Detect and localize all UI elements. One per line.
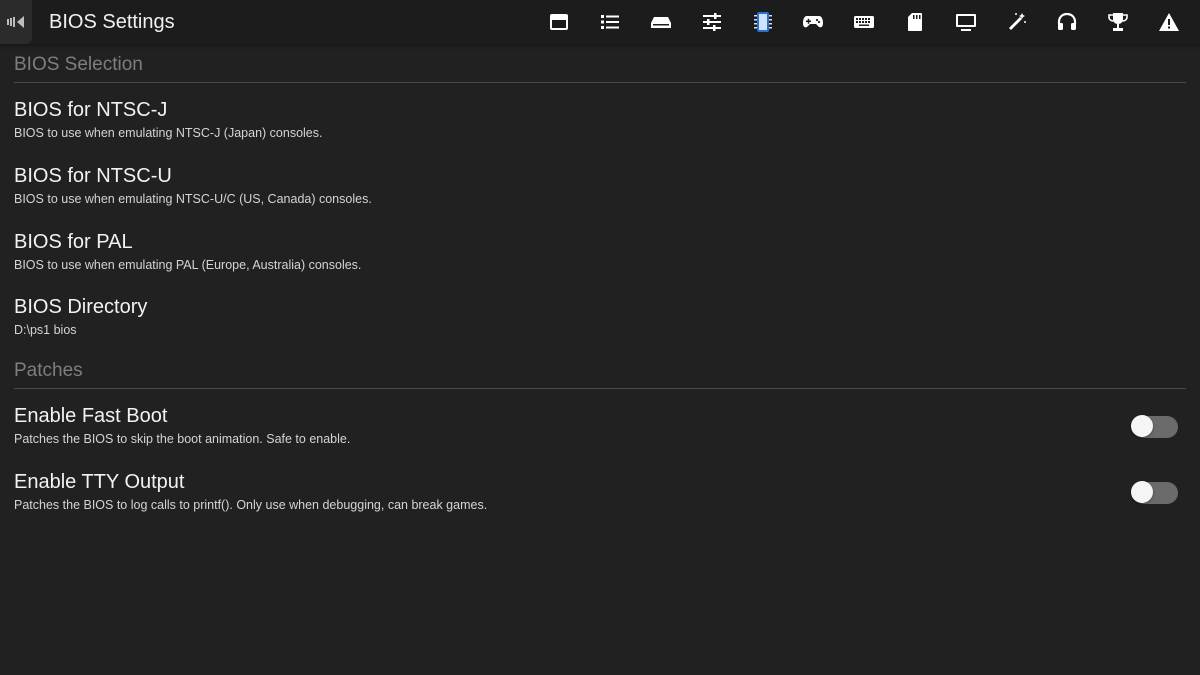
section-header-bios-selection: BIOS Selection — [14, 54, 143, 75]
list-icon — [601, 15, 620, 29]
setting-bios-pal[interactable]: BIOS for PAL BIOS to use when emulating … — [0, 230, 1200, 292]
section-divider — [14, 388, 1186, 389]
sliders-icon — [702, 13, 721, 31]
setting-title: Enable Fast Boot — [14, 405, 168, 427]
tab-memory-cards[interactable] — [890, 0, 941, 44]
memory-card-icon — [907, 13, 922, 31]
toggle-thumb — [1131, 481, 1153, 503]
setting-description: Patches the BIOS to skip the boot animat… — [14, 432, 351, 446]
tab-hotkeys[interactable] — [839, 0, 890, 44]
back-button[interactable] — [0, 0, 32, 44]
setting-bios-directory[interactable]: BIOS Directory D:\ps1 bios — [0, 295, 1200, 357]
chip-icon — [753, 12, 772, 32]
tab-game-list[interactable] — [585, 0, 636, 44]
tab-audio[interactable] — [1042, 0, 1093, 44]
tab-achievements[interactable] — [1093, 0, 1144, 44]
setting-title: Enable TTY Output — [14, 471, 185, 493]
console-icon — [650, 17, 671, 28]
setting-bios-ntsc-j[interactable]: BIOS for NTSC-J BIOS to use when emulati… — [0, 98, 1200, 160]
tab-controllers[interactable] — [788, 0, 839, 44]
setting-title: BIOS Directory — [14, 296, 148, 318]
page-title: BIOS Settings — [49, 11, 175, 33]
fast-boot-toggle[interactable] — [1131, 414, 1178, 438]
section-header-patches: Patches — [14, 360, 83, 381]
tab-post-processing[interactable] — [991, 0, 1042, 44]
setting-title: BIOS for NTSC-U — [14, 165, 172, 187]
setting-fast-boot[interactable]: Enable Fast Boot Patches the BIOS to ski… — [0, 404, 1200, 466]
setting-tty-output[interactable]: Enable TTY Output Patches the BIOS to lo… — [0, 470, 1200, 532]
setting-bios-ntsc-u[interactable]: BIOS for NTSC-U BIOS to use when emulati… — [0, 164, 1200, 226]
setting-title: BIOS for PAL — [14, 231, 133, 253]
gamepad-icon — [803, 16, 824, 28]
back-icon — [7, 16, 24, 28]
window-icon — [550, 14, 569, 30]
setting-description: BIOS to use when emulating NTSC-J (Japan… — [14, 126, 323, 140]
tty-output-toggle[interactable] — [1131, 480, 1178, 504]
setting-description: BIOS to use when emulating NTSC-U/C (US,… — [14, 192, 372, 206]
magic-wand-icon — [1008, 13, 1026, 30]
toggle-thumb — [1131, 415, 1153, 437]
tab-emulation[interactable] — [686, 0, 737, 44]
tab-advanced[interactable] — [1144, 0, 1195, 44]
settings-tabs — [534, 0, 1194, 44]
top-bar: BIOS Settings — [0, 0, 1200, 44]
setting-description: BIOS to use when emulating PAL (Europe, … — [14, 258, 362, 272]
headphones-icon — [1058, 12, 1077, 30]
setting-description: Patches the BIOS to log calls to printf(… — [14, 498, 488, 512]
tab-summary[interactable] — [534, 0, 585, 44]
display-icon — [955, 14, 976, 31]
keyboard-icon — [854, 16, 875, 28]
section-divider — [14, 82, 1186, 83]
setting-title: BIOS for NTSC-J — [14, 99, 168, 121]
tab-display[interactable] — [940, 0, 991, 44]
setting-value: D:\ps1 bios — [14, 323, 77, 337]
trophy-icon — [1108, 13, 1128, 31]
tab-console[interactable] — [636, 0, 687, 44]
tab-bios[interactable] — [737, 0, 788, 44]
warning-icon — [1158, 13, 1179, 31]
